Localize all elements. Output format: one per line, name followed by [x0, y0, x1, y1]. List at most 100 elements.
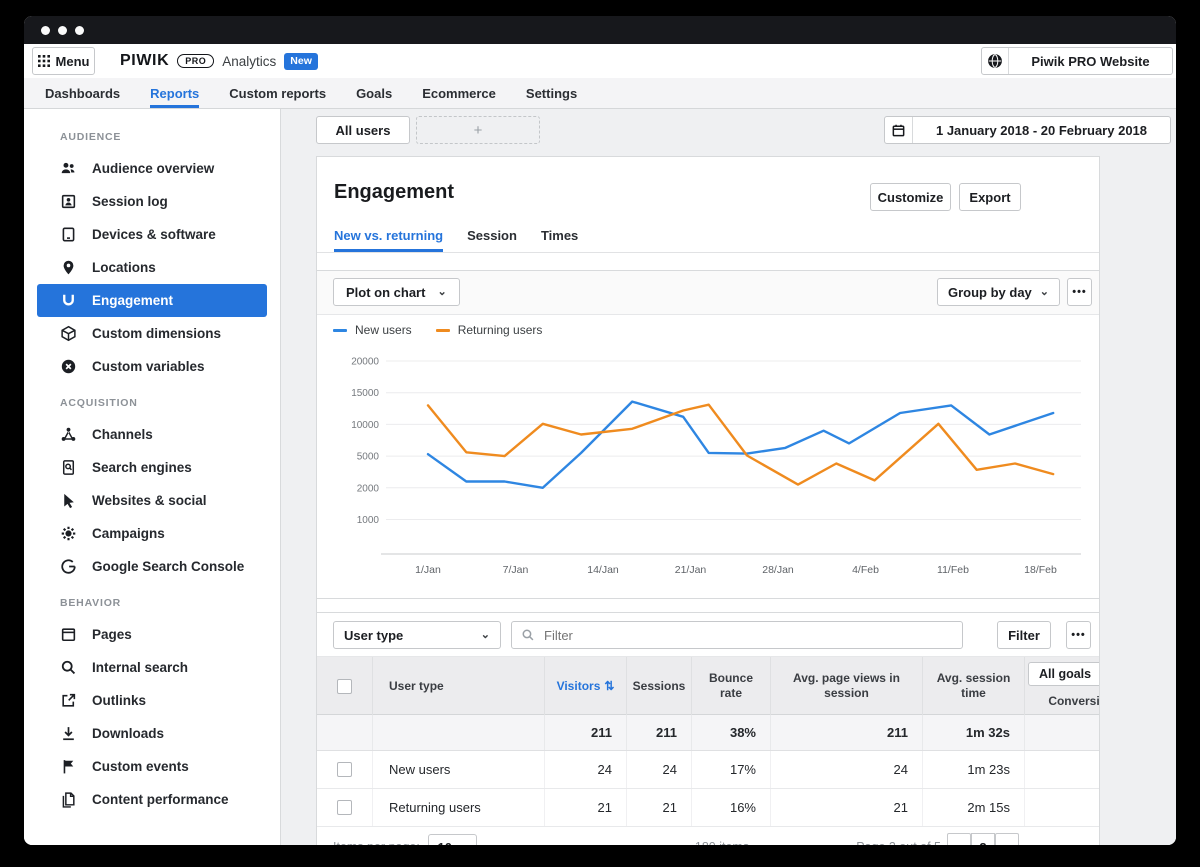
download-icon: [60, 725, 77, 742]
nav-tab-goals[interactable]: Goals: [356, 78, 392, 108]
sidebar-item-custom-dimensions[interactable]: Custom dimensions: [37, 317, 267, 350]
sidebar-item-outlinks[interactable]: Outlinks: [37, 684, 267, 717]
product-name: Analytics: [222, 54, 276, 69]
chevron-down-icon: ⌄: [458, 843, 467, 845]
sidebar-item-pages[interactable]: Pages: [37, 618, 267, 651]
sidebar-item-custom-variables[interactable]: Custom variables: [37, 350, 267, 383]
legend-label: Returning users: [458, 323, 543, 337]
sidebar-item-devices-software[interactable]: Devices & software: [37, 218, 267, 251]
col-conversions[interactable]: Conversions: [1025, 687, 1100, 715]
table-row[interactable]: Returning users 21 21 16% 21 2m 15s 74: [317, 789, 1100, 827]
date-range-picker[interactable]: 1 January 2018 - 20 February 2018: [884, 116, 1171, 144]
current-page-box[interactable]: 2: [971, 833, 995, 845]
menu-button[interactable]: Menu: [32, 47, 95, 75]
items-per-page-select[interactable]: 10 ⌄: [428, 834, 477, 846]
cell-sessions: 21: [627, 789, 692, 826]
date-range-value: 1 January 2018 - 20 February 2018: [913, 117, 1170, 143]
window-control-minimize[interactable]: [58, 26, 67, 35]
svg-text:2000: 2000: [357, 483, 380, 494]
menu-label: Menu: [56, 54, 90, 69]
dimension-select[interactable]: User type ⌄: [333, 621, 501, 649]
nav-tab-settings[interactable]: Settings: [526, 78, 577, 108]
col-bounce-rate[interactable]: Bounce rate: [692, 657, 771, 715]
tab-new-vs-returning[interactable]: New vs. returning: [334, 219, 443, 252]
row-checkbox[interactable]: [337, 800, 352, 815]
sidebar-item-audience-overview[interactable]: Audience overview: [37, 152, 267, 185]
chevron-down-icon: ⌄: [1040, 288, 1049, 296]
website-selector[interactable]: Piwik PRO Website: [981, 47, 1173, 75]
cell-user-type: Returning users: [373, 789, 545, 826]
group-by-dropdown[interactable]: Group by day ⌄: [937, 278, 1060, 306]
report-card: Engagement Customize Export New vs. retu…: [316, 156, 1100, 845]
chart-panel: Plot on chart ⌄ Group by day ⌄ ••• New u…: [316, 270, 1100, 599]
sidebar-item-downloads[interactable]: Downloads: [37, 717, 267, 750]
svg-text:21/Jan: 21/Jan: [675, 564, 707, 576]
all-goals-dropdown[interactable]: All goals: [1028, 662, 1100, 686]
chart-more-options-button[interactable]: •••: [1067, 278, 1092, 306]
table-panel: User type ⌄ Filter •••: [316, 612, 1100, 845]
sidebar-item-label: Custom events: [92, 759, 189, 774]
sidebar-item-label: Internal search: [92, 660, 188, 675]
globe-icon: [982, 48, 1009, 74]
items-per-page-label: Items per page:: [333, 840, 420, 845]
legend-item-new-users: New users: [333, 323, 412, 337]
report-tabs: New vs. returning Session Times: [317, 219, 1099, 253]
col-sessions[interactable]: Sessions: [627, 657, 692, 715]
col-avg-session-time[interactable]: Avg. session time: [923, 657, 1025, 715]
cell-avg-page-views: 24: [771, 751, 923, 788]
dimension-select-value: User type: [344, 628, 403, 643]
svg-text:14/Jan: 14/Jan: [587, 564, 619, 576]
filter-input[interactable]: [542, 627, 953, 644]
add-segment-button[interactable]: +: [416, 116, 540, 144]
magnet-icon: [60, 292, 77, 309]
cell-conversions: 74: [1025, 789, 1100, 826]
items-count: 180 items: [672, 840, 772, 845]
prev-page-button[interactable]: ←: [947, 833, 971, 845]
table-more-options-button[interactable]: •••: [1066, 621, 1091, 649]
cube-icon: [60, 325, 77, 342]
line-chart[interactable]: 1000200050001000015000200001/Jan7/Jan14/…: [317, 345, 1101, 595]
cell-avg-session-time: 1m 23s: [923, 751, 1025, 788]
sidebar-item-content-performance[interactable]: Content performance: [37, 783, 267, 816]
table-controls: User type ⌄ Filter •••: [317, 613, 1099, 657]
cell-sessions: 24: [627, 751, 692, 788]
sidebar-item-engagement[interactable]: Engagement: [37, 284, 267, 317]
sidebar-item-websites-social[interactable]: Websites & social: [37, 484, 267, 517]
sidebar-item-search-engines[interactable]: Search engines: [37, 451, 267, 484]
row-checkbox[interactable]: [337, 762, 352, 777]
col-user-type[interactable]: User type: [373, 657, 545, 715]
nav-tab-custom-reports[interactable]: Custom reports: [229, 78, 326, 108]
window-control-zoom[interactable]: [75, 26, 84, 35]
sidebar-item-label: Engagement: [92, 293, 173, 308]
sidebar-item-locations[interactable]: Locations: [37, 251, 267, 284]
export-button[interactable]: Export: [959, 183, 1021, 211]
sidebar-item-label: Downloads: [92, 726, 164, 741]
next-page-button[interactable]: →: [995, 833, 1019, 845]
location-pin-icon: [60, 259, 77, 276]
nav-tab-dashboards[interactable]: Dashboards: [45, 78, 120, 108]
sidebar-item-channels[interactable]: Channels: [37, 418, 267, 451]
select-all-checkbox[interactable]: [337, 679, 352, 694]
tab-session[interactable]: Session: [467, 219, 517, 252]
sidebar-item-google-search-console[interactable]: Google Search Console: [37, 550, 267, 583]
svg-text:11/Feb: 11/Feb: [937, 564, 969, 576]
nav-tab-ecommerce[interactable]: Ecommerce: [422, 78, 496, 108]
sidebar-item-session-log[interactable]: Session log: [37, 185, 267, 218]
sidebar-item-campaigns[interactable]: Campaigns: [37, 517, 267, 550]
table-row[interactable]: New users 24 24 17% 24 1m 23s 92: [317, 751, 1100, 789]
nav-tab-reports[interactable]: Reports: [150, 78, 199, 108]
col-avg-page-views[interactable]: Avg. page views in session: [771, 657, 923, 715]
customize-button[interactable]: Customize: [870, 183, 951, 211]
sidebar-item-label: Websites & social: [92, 493, 207, 508]
sidebar-item-label: Session log: [92, 194, 168, 209]
filter-button[interactable]: Filter: [997, 621, 1051, 649]
session-log-icon: [60, 193, 77, 210]
window-control-close[interactable]: [41, 26, 50, 35]
col-visitors[interactable]: Visitors ⇅: [545, 657, 627, 715]
sidebar-item-custom-events[interactable]: Custom events: [37, 750, 267, 783]
sidebar-item-internal-search[interactable]: Internal search: [37, 651, 267, 684]
segment-all-users-button[interactable]: All users: [316, 116, 410, 144]
plot-on-chart-dropdown[interactable]: Plot on chart ⌄: [333, 278, 460, 306]
cell-user-type: New users: [373, 751, 545, 788]
tab-times[interactable]: Times: [541, 219, 578, 252]
